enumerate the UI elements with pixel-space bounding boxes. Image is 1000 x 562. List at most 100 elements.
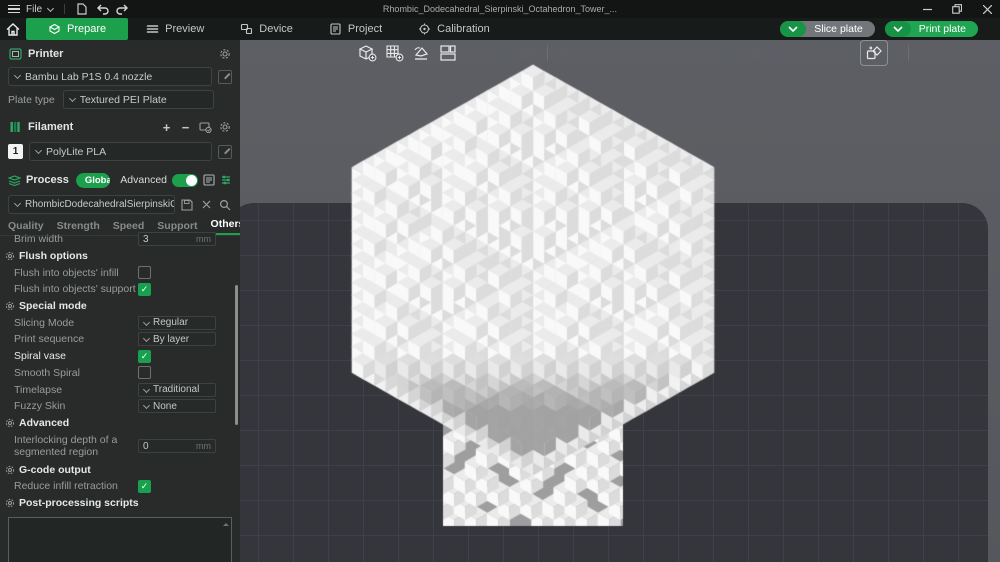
mesh-boolean-icon	[689, 41, 713, 65]
variable-layer-height-icon	[517, 41, 541, 65]
tab-device[interactable]: Device	[222, 18, 311, 40]
remove-filament-button[interactable]: −	[179, 120, 192, 135]
device-icon	[240, 23, 253, 35]
advanced-toggle[interactable]	[172, 173, 198, 187]
tab-calibration[interactable]: Calibration	[400, 18, 508, 40]
setting-row[interactable]: G-code output	[0, 461, 240, 478]
chevron-down-icon	[69, 96, 76, 103]
setting-row: Reduce infill retraction ✓	[0, 478, 240, 495]
sidebar: Printer Bambu Lab P1S 0.4 nozzle Plate t…	[0, 40, 240, 562]
calibration-icon	[418, 23, 431, 35]
tab-preview[interactable]: Preview	[128, 18, 222, 40]
setting-label: Brim width	[14, 233, 64, 246]
chevron-down-icon	[14, 201, 21, 208]
save-preset-icon[interactable]	[180, 198, 194, 212]
file-menu[interactable]: File	[26, 4, 42, 15]
setting-row: Interlocking depth of a segmented region…	[0, 431, 240, 461]
move-icon	[554, 41, 578, 65]
printer-select[interactable]: Bambu Lab P1S 0.4 nozzle	[8, 67, 212, 86]
tab-project[interactable]: Project	[311, 18, 400, 40]
setting-label: Flush into objects' infill	[14, 266, 119, 279]
search-icon[interactable]	[218, 198, 232, 212]
minimize-button[interactable]	[920, 2, 934, 16]
setting-label: Spiral vase	[14, 350, 66, 363]
setting-row: Flush into objects' infill	[0, 264, 240, 281]
project-icon	[329, 23, 342, 35]
checkbox[interactable]: ✓	[138, 349, 151, 363]
edit-filament-icon[interactable]	[218, 144, 232, 159]
plate-type-label: Plate type	[8, 93, 55, 106]
post-processing-scripts-input[interactable]	[8, 517, 232, 562]
maximize-button[interactable]	[950, 2, 964, 16]
value-input[interactable]: 3 mm	[138, 232, 216, 247]
text-icon	[770, 41, 794, 65]
redo-icon[interactable]	[115, 3, 129, 16]
section-title: Special mode	[19, 300, 87, 313]
print-plate-button[interactable]: Print plate	[884, 21, 978, 37]
add-object-icon[interactable]	[355, 41, 379, 65]
chevron-down-icon	[35, 148, 42, 155]
scope-global-button[interactable]: Global	[75, 172, 111, 188]
slice-dropdown-chevron[interactable]	[780, 21, 807, 37]
process-preset-select[interactable]: RhombicDodecahedralSierpinskiOctahedro..…	[8, 195, 175, 214]
checkbox[interactable]: ✓	[138, 282, 151, 296]
section-icon	[4, 464, 15, 475]
add-filament-button[interactable]: +	[160, 120, 173, 135]
edit-printer-icon[interactable]	[218, 69, 232, 84]
new-project-icon[interactable]	[75, 3, 89, 16]
filament-slot-number[interactable]: 1	[8, 144, 23, 159]
undo-icon[interactable]	[95, 3, 109, 16]
toolbar-separator	[908, 45, 909, 61]
delete-preset-icon[interactable]	[199, 198, 213, 212]
setting-row[interactable]: Post-processing scripts	[0, 495, 240, 512]
printer-settings-gear-icon[interactable]	[218, 47, 232, 61]
filament-select[interactable]: PolyLite PLA	[29, 142, 212, 161]
checkbox[interactable]	[138, 366, 151, 380]
menu-icon[interactable]	[8, 5, 20, 13]
ams-sync-icon[interactable]	[198, 120, 212, 134]
setting-label: Flush into objects' support	[14, 283, 136, 296]
setting-row[interactable]: Special mode	[0, 298, 240, 315]
setting-row[interactable]: Flush options	[0, 248, 240, 265]
main-tabbar: Prepare Preview Device Project Calibration S…	[0, 18, 1000, 40]
assembly-view-icon[interactable]	[860, 40, 888, 66]
dropdown[interactable]: Traditional	[138, 382, 216, 397]
tab-strip: Prepare Preview Device Project Calibration	[26, 18, 508, 40]
setting-label: Reduce infill retraction	[14, 480, 118, 493]
add-plate-icon[interactable]	[382, 41, 406, 65]
dropdown[interactable]: By layer	[138, 332, 216, 347]
arrange-icon[interactable]	[436, 41, 460, 65]
checkbox[interactable]	[138, 266, 151, 280]
chevron-down-icon	[143, 403, 150, 409]
printer-section-title: Printer	[28, 48, 64, 60]
value-input[interactable]: 0 mm	[138, 439, 216, 454]
setting-list-icon[interactable]	[203, 173, 215, 187]
viewport-toolbar	[355, 40, 912, 66]
section-icon	[4, 497, 15, 508]
auto-orient-icon[interactable]	[409, 41, 433, 65]
dropdown[interactable]: None	[138, 399, 216, 414]
dropdown[interactable]: Regular	[138, 315, 216, 330]
settings-scrollbar[interactable]	[235, 285, 238, 425]
tab-prepare[interactable]: Prepare	[26, 18, 129, 40]
filament-settings-gear-icon[interactable]	[218, 120, 232, 134]
plate-type-select[interactable]: Textured PEI Plate	[62, 90, 214, 109]
customize-settings-icon[interactable]	[220, 173, 232, 187]
model-3d-view[interactable]	[240, 40, 1000, 562]
process-scope-toggle: Global Objects	[75, 172, 111, 188]
slice-plate-button[interactable]: Slice plate	[780, 21, 875, 37]
measure-icon	[824, 41, 848, 65]
setting-row[interactable]: Advanced	[0, 415, 240, 432]
home-button[interactable]	[0, 18, 26, 40]
unit-label: mm	[196, 234, 211, 245]
seam-icon	[797, 41, 821, 65]
chevron-down-icon[interactable]	[48, 6, 54, 12]
checkbox[interactable]: ✓	[138, 479, 151, 493]
print-dropdown-chevron[interactable]	[884, 21, 911, 37]
setting-label: Smooth Spiral	[14, 366, 80, 379]
close-button[interactable]	[980, 2, 994, 16]
color-paint-icon	[743, 41, 767, 65]
section-icon	[4, 301, 15, 312]
setting-row: Fuzzy Skin None	[0, 398, 240, 415]
rotate-icon	[581, 41, 605, 65]
